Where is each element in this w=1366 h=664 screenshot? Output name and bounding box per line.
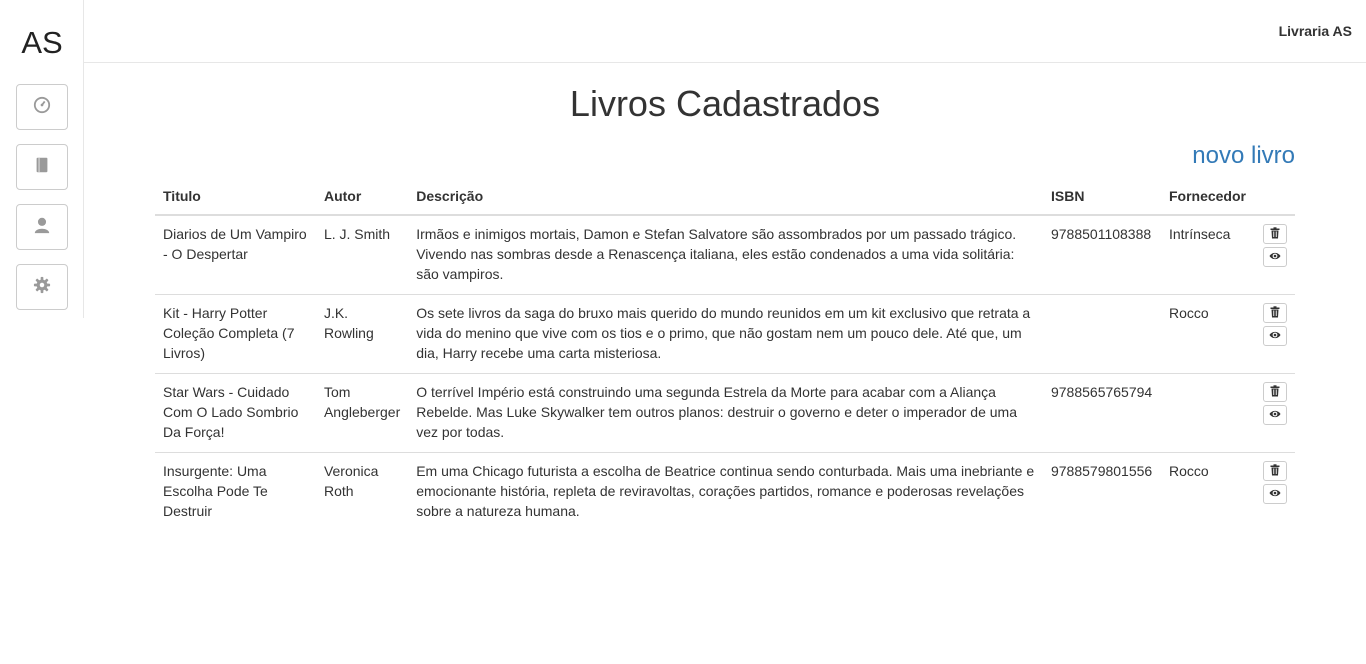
trash-icon — [1269, 303, 1281, 323]
cell-autor: Tom Angleberger — [315, 373, 409, 453]
table-row: Kit - Harry Potter Coleção Completa (7 L… — [155, 294, 1295, 374]
sidebar-item-dashboard[interactable] — [16, 84, 68, 130]
gear-icon — [33, 276, 51, 299]
dashboard-icon — [33, 96, 51, 119]
column-header-fornecedor: Fornecedor — [1160, 176, 1255, 216]
view-button[interactable] — [1262, 484, 1287, 504]
sidebar: AS — [0, 0, 84, 318]
column-header-autor: Autor — [315, 176, 409, 216]
trash-icon — [1269, 382, 1281, 402]
cell-fornecedor: Rocco — [1160, 452, 1255, 531]
page-title: Livros Cadastrados — [569, 83, 881, 124]
sidebar-item-users[interactable] — [16, 204, 68, 250]
cell-isbn: 9788501108388 — [1050, 226, 1152, 242]
table-row: Diarios de Um Vampiro - O Despertar L. J… — [155, 215, 1295, 295]
delete-button[interactable] — [1262, 461, 1287, 481]
top-navbar: Livraria AS — [84, 0, 1366, 63]
cell-descricao: Irmãos e inimigos mortais, Damon e Stefa… — [416, 226, 1017, 282]
books-table: Titulo Autor Descrição ISBN Fornecedor D… — [155, 176, 1295, 531]
cell-titulo: Diarios de Um Vampiro - O Despertar — [163, 226, 307, 262]
cell-autor: J.K. Rowling — [315, 294, 409, 374]
new-book-link[interactable]: novo livro — [1192, 141, 1295, 171]
column-header-isbn: ISBN — [1042, 176, 1161, 216]
cell-actions — [1254, 452, 1295, 531]
table-row: Insurgente: Uma Escolha Pode Te Destruir… — [155, 452, 1295, 531]
logo[interactable]: AS — [0, 24, 84, 62]
user-icon — [33, 216, 51, 239]
table-row: Star Wars - Cuidado Com O Lado Sombrio D… — [155, 373, 1295, 453]
cell-actions — [1255, 215, 1295, 295]
cell-isbn — [1042, 294, 1161, 374]
brand-link[interactable]: Livraria AS — [1279, 23, 1352, 39]
cell-fornecedor: Intrínseca — [1168, 226, 1231, 242]
eye-icon — [1269, 326, 1281, 346]
sidebar-item-books[interactable] — [16, 144, 68, 190]
book-icon — [33, 156, 51, 179]
cell-fornecedor — [1160, 373, 1255, 453]
sidebar-item-settings[interactable] — [16, 264, 68, 310]
delete-button[interactable] — [1262, 224, 1287, 244]
cell-actions — [1254, 373, 1295, 453]
cell-autor: L. J. Smith — [323, 226, 391, 242]
trash-icon — [1269, 224, 1281, 244]
column-header-actions — [1254, 176, 1295, 216]
column-header-descricao: Descrição — [408, 176, 1043, 216]
eye-icon — [1269, 405, 1281, 425]
cell-fornecedor: Rocco — [1160, 294, 1255, 374]
cell-descricao: O terrível Império está construindo uma … — [408, 373, 1043, 453]
view-button[interactable] — [1262, 326, 1287, 346]
view-button[interactable] — [1262, 405, 1287, 425]
eye-icon — [1269, 484, 1281, 504]
trash-icon — [1269, 461, 1281, 481]
cell-titulo: Insurgente: Uma Escolha Pode Te Destruir — [155, 452, 316, 531]
cell-isbn: 9788579801556 — [1042, 452, 1161, 531]
eye-icon — [1269, 247, 1281, 267]
column-header-titulo: Titulo — [155, 176, 316, 216]
cell-titulo: Star Wars - Cuidado Com O Lado Sombrio D… — [155, 373, 316, 453]
cell-isbn: 9788565765794 — [1042, 373, 1161, 453]
delete-button[interactable] — [1262, 303, 1287, 323]
cell-descricao: Os sete livros da saga do bruxo mais que… — [408, 294, 1043, 374]
cell-actions — [1254, 294, 1295, 374]
cell-autor: Veronica Roth — [315, 452, 409, 531]
view-button[interactable] — [1262, 247, 1287, 267]
cell-titulo: Kit - Harry Potter Coleção Completa (7 L… — [155, 294, 316, 374]
table-header-row: Titulo Autor Descrição ISBN Fornecedor — [155, 176, 1295, 216]
delete-button[interactable] — [1262, 382, 1287, 402]
cell-descricao: Em uma Chicago futurista a escolha de Be… — [408, 452, 1043, 531]
